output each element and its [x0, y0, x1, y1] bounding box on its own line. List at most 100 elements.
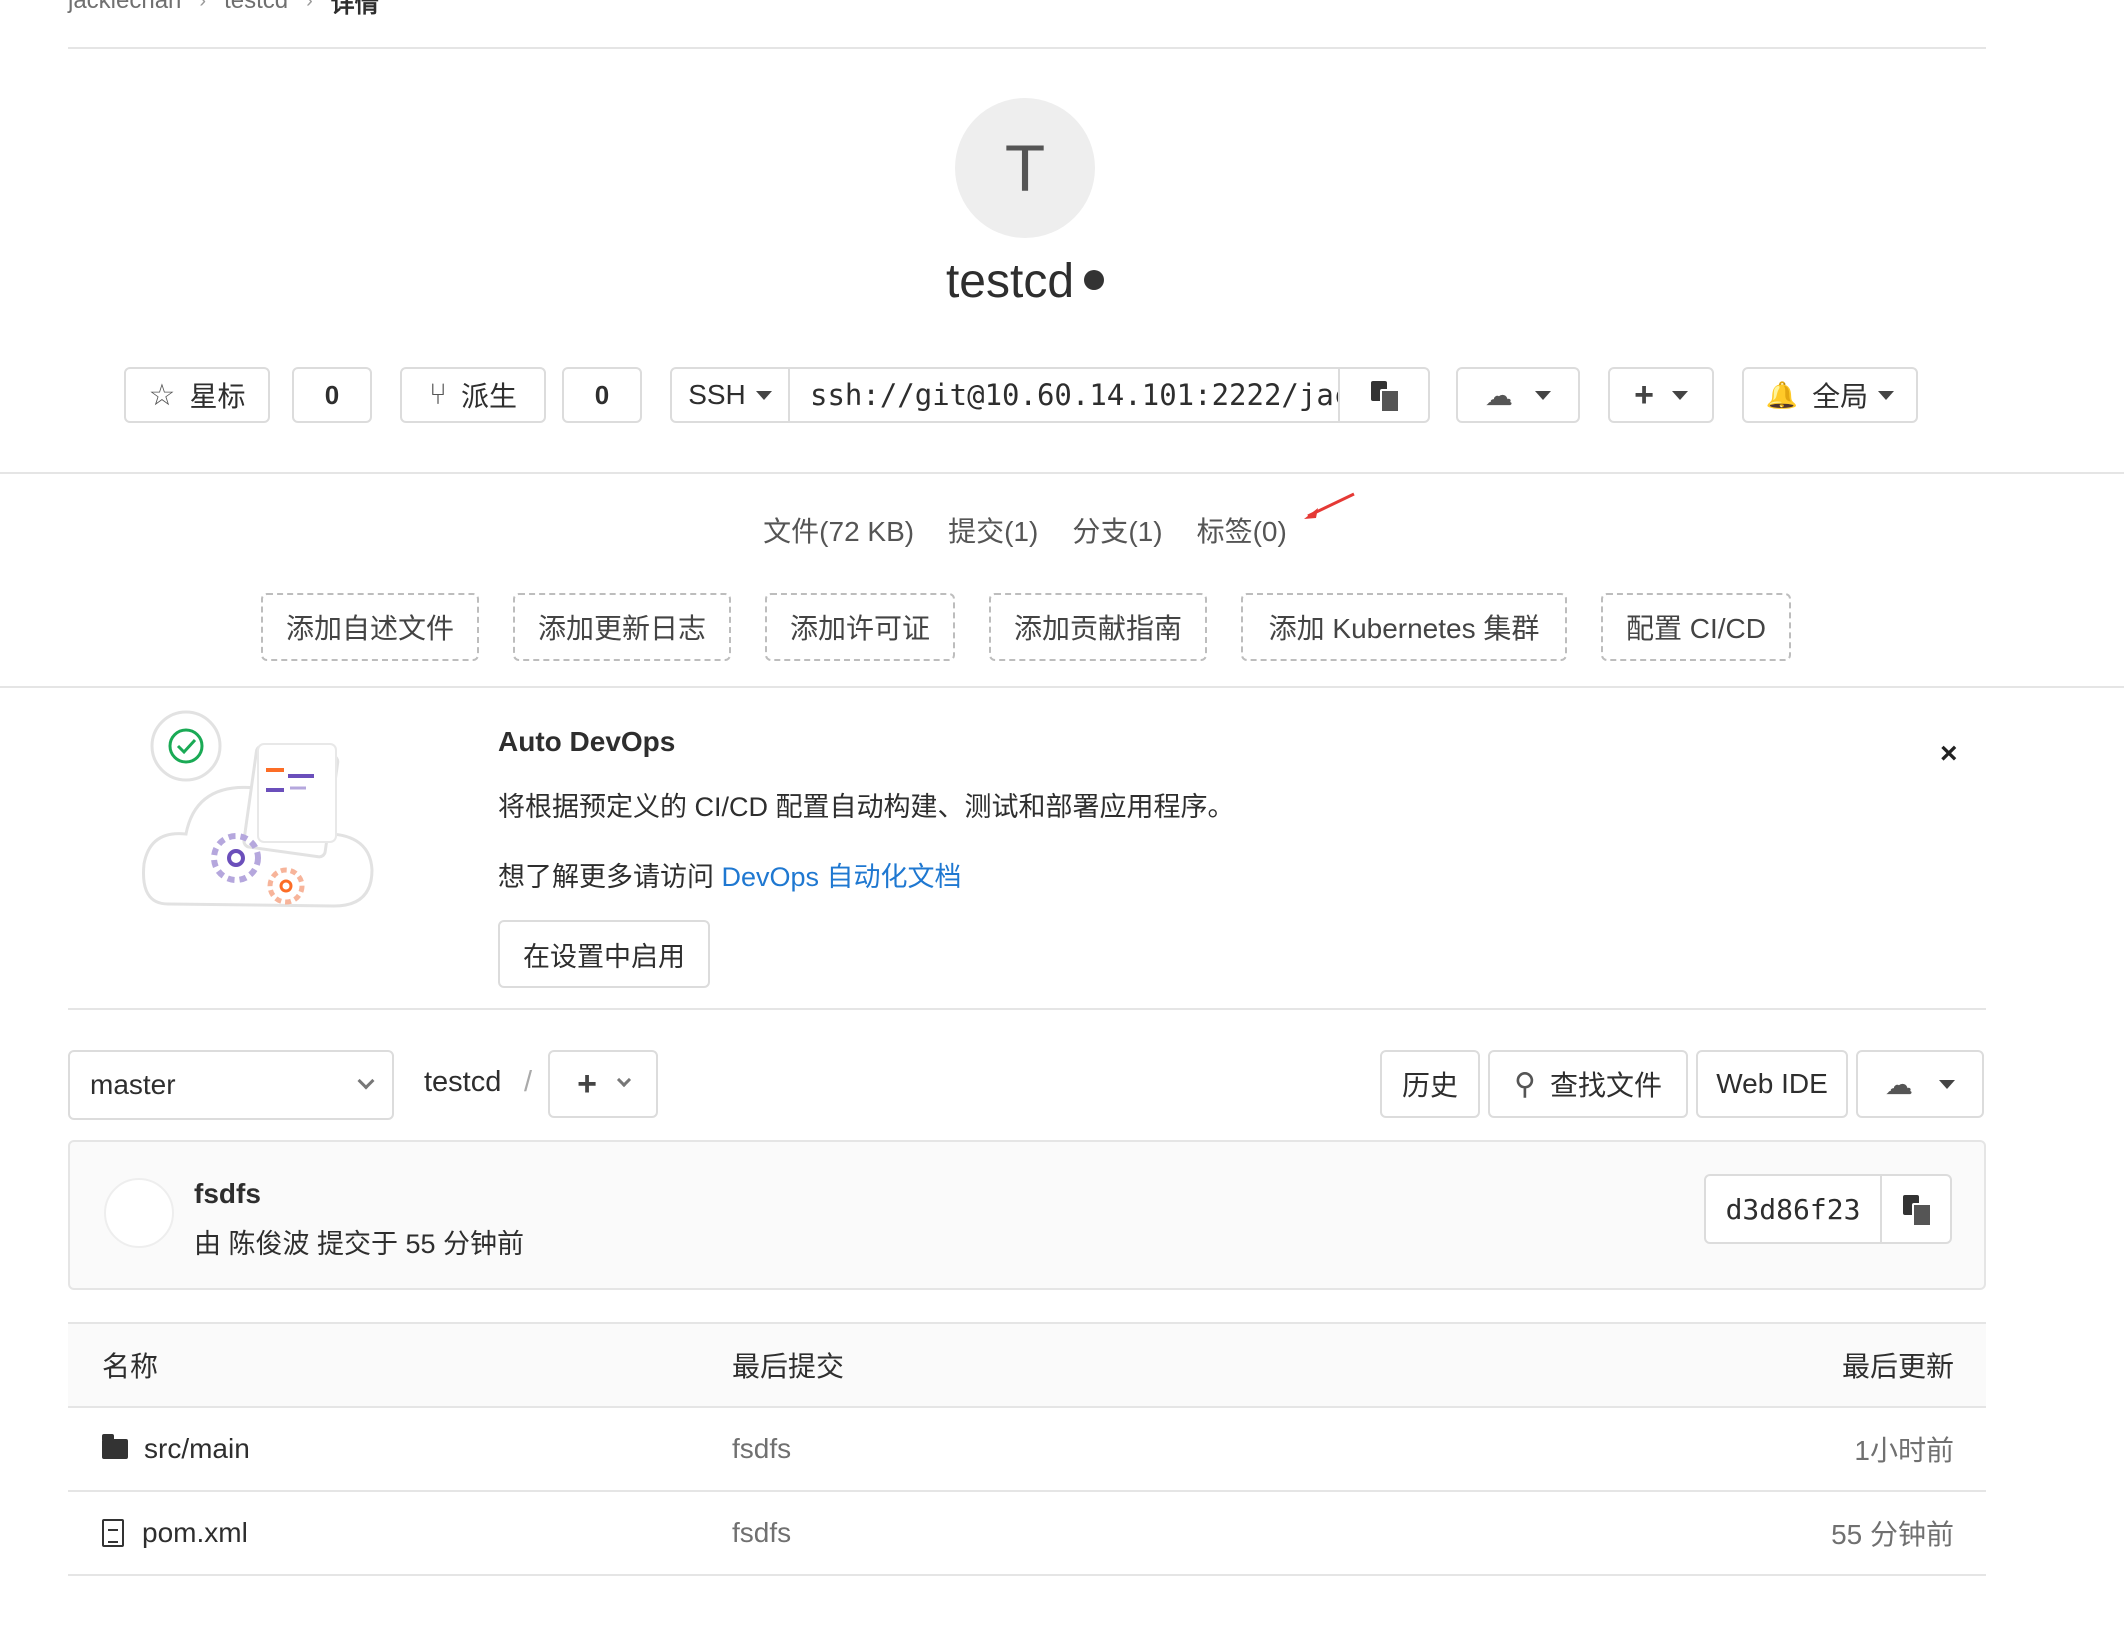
breadcrumb-separator-icon: › — [306, 0, 313, 12]
commit-author-avatar[interactable] — [104, 1178, 174, 1248]
breadcrumb-item-current[interactable]: 详情 — [331, 0, 379, 19]
setup-cicd-label: 配置 CI/CD — [1625, 613, 1766, 644]
copy-icon — [1371, 381, 1400, 413]
caret-down-icon — [1671, 390, 1688, 400]
table-row[interactable]: src/main fsdfs 1小时前 — [68, 1408, 1986, 1492]
add-kubernetes-label: 添加 Kubernetes 集群 — [1268, 613, 1540, 644]
stat-files[interactable]: 文件(72 KB) — [763, 510, 914, 550]
star-button[interactable]: ☆ 星标 — [124, 367, 270, 423]
star-count[interactable]: 0 — [292, 367, 372, 423]
project-title: testcd — [945, 255, 1075, 308]
row-name[interactable]: pom.xml — [142, 1517, 248, 1549]
setup-cicd-button[interactable]: 配置 CI/CD — [1601, 593, 1791, 661]
branch-select[interactable]: master — [68, 1050, 394, 1120]
close-icon[interactable]: × — [1940, 737, 1958, 771]
auto-devops-more-prefix: 想了解更多请访问 — [498, 862, 714, 892]
path-root[interactable]: testcd — [424, 1066, 501, 1099]
bell-icon: 🔔 — [1765, 379, 1799, 410]
annotation-arrow-icon — [1304, 492, 1355, 519]
enable-in-settings-label: 在设置中启用 — [523, 941, 685, 972]
caret-down-icon — [1535, 390, 1551, 400]
add-kubernetes-button[interactable]: 添加 Kubernetes 集群 — [1241, 593, 1567, 661]
commit-sha-group: d3d86f23 — [1704, 1174, 1952, 1244]
clone-url-input[interactable]: ssh://git@10.60.14.101:2222/jackiechan/t… — [788, 367, 1340, 423]
plus-icon: + — [1634, 375, 1654, 414]
auto-devops-more: 想了解更多请访问 DevOps 自动化文档 — [498, 855, 962, 894]
clone-protocol-dropdown[interactable]: SSH — [670, 367, 790, 423]
file-table-header: 名称 最后提交 最后更新 — [68, 1322, 1986, 1408]
copy-url-button[interactable] — [1338, 367, 1430, 423]
fork-count[interactable]: 0 — [562, 367, 642, 423]
fork-button[interactable]: ⑂ 派生 — [400, 367, 546, 423]
notification-label: 全局 — [1812, 381, 1869, 412]
new-item-dropdown[interactable]: + — [1608, 367, 1714, 423]
project-avatar: T — [955, 98, 1095, 238]
history-label: 历史 — [1401, 1070, 1458, 1101]
header-last-commit: 最后提交 — [732, 1351, 845, 1382]
download-source-dropdown[interactable]: ☁ — [1856, 1050, 1984, 1118]
chevron-down-icon — [357, 1072, 375, 1090]
notification-dropdown[interactable]: 🔔 全局 — [1742, 367, 1918, 423]
last-commit-panel: fsdfs 由 陈俊波 提交于 55 分钟前 d3d86f23 — [68, 1140, 1986, 1290]
project-title-wrap: testcd — [0, 254, 2050, 309]
add-license-label: 添加许可证 — [789, 613, 930, 644]
row-name[interactable]: src/main — [144, 1433, 250, 1465]
table-row[interactable]: pom.xml fsdfs 55 分钟前 — [68, 1492, 1986, 1576]
breadcrumb-separator-icon: › — [199, 0, 207, 12]
add-changelog-label: 添加更新日志 — [537, 613, 706, 644]
add-to-tree-dropdown[interactable]: + — [548, 1050, 658, 1118]
copy-icon — [1903, 1195, 1932, 1227]
breadcrumb-item-project[interactable]: testcd — [224, 0, 288, 15]
stat-commits[interactable]: 提交(1) — [948, 510, 1038, 550]
auto-devops-title: Auto DevOps — [498, 726, 676, 757]
history-button[interactable]: 历史 — [1380, 1050, 1480, 1118]
caret-down-icon — [1878, 390, 1895, 400]
download-dropdown[interactable]: ☁ — [1456, 367, 1580, 423]
stat-branches[interactable]: 分支(1) — [1072, 510, 1162, 550]
stat-tags[interactable]: 标签(0) — [1197, 510, 1287, 550]
add-license-button[interactable]: 添加许可证 — [765, 593, 955, 661]
web-ide-label: Web IDE — [1716, 1068, 1828, 1099]
enable-in-settings-button[interactable]: 在设置中启用 — [498, 920, 710, 988]
commit-sha[interactable]: d3d86f23 — [1706, 1176, 1882, 1242]
branch-name: master — [90, 1069, 176, 1100]
fork-count-value: 0 — [594, 379, 610, 410]
breadcrumb-divider — [68, 47, 1986, 49]
star-label: 星标 — [189, 381, 246, 412]
header-last-update: 最后更新 — [1841, 1351, 1954, 1382]
row-updated: 1小时前 — [1854, 1435, 1954, 1466]
row-commit[interactable]: fsdfs — [732, 1492, 791, 1574]
row-updated: 55 分钟前 — [1831, 1519, 1954, 1550]
clone-url-text: ssh://git@10.60.14.101:2222/jackiechan/t… — [810, 378, 1338, 412]
copy-sha-button[interactable] — [1882, 1176, 1950, 1242]
public-globe-icon — [1084, 270, 1105, 291]
breadcrumb: jackiechan › testcd › 详情 — [68, 0, 379, 19]
clone-protocol-label: SSH — [688, 379, 746, 410]
chevron-down-icon — [616, 1072, 631, 1088]
find-file-button[interactable]: ⚲ 查找文件 — [1488, 1050, 1688, 1118]
find-file-label: 查找文件 — [1549, 1070, 1662, 1101]
add-contributing-button[interactable]: 添加贡献指南 — [989, 593, 1207, 661]
web-ide-button[interactable]: Web IDE — [1696, 1050, 1848, 1118]
quick-add-divider — [0, 686, 2124, 688]
caret-down-icon — [755, 390, 772, 400]
caret-down-icon — [1939, 1079, 1955, 1089]
commit-title[interactable]: fsdfs — [194, 1178, 261, 1210]
fork-label: 派生 — [460, 381, 517, 412]
header-name: 名称 — [102, 1351, 159, 1382]
row-commit[interactable]: fsdfs — [732, 1408, 791, 1490]
row-name-cell: pom.xml — [102, 1492, 248, 1574]
search-icon: ⚲ — [1514, 1067, 1536, 1101]
project-avatar-letter: T — [1004, 131, 1046, 205]
breadcrumb-item-user[interactable]: jackiechan — [68, 0, 181, 15]
cloud-download-icon: ☁ — [1485, 379, 1513, 411]
auto-devops-docs-link[interactable]: DevOps 自动化文档 — [722, 862, 962, 892]
file-icon — [102, 1519, 124, 1547]
add-readme-label: 添加自述文件 — [285, 613, 454, 644]
add-readme-button[interactable]: 添加自述文件 — [261, 593, 479, 661]
commit-meta: 由 陈俊波 提交于 55 分钟前 — [194, 1229, 525, 1259]
row-name-cell: src/main — [102, 1408, 250, 1490]
cloud-download-icon: ☁ — [1885, 1068, 1913, 1100]
add-changelog-button[interactable]: 添加更新日志 — [513, 593, 731, 661]
auto-devops-description: 将根据预定义的 CI/CD 配置自动构建、测试和部署应用程序。 — [498, 792, 1235, 822]
